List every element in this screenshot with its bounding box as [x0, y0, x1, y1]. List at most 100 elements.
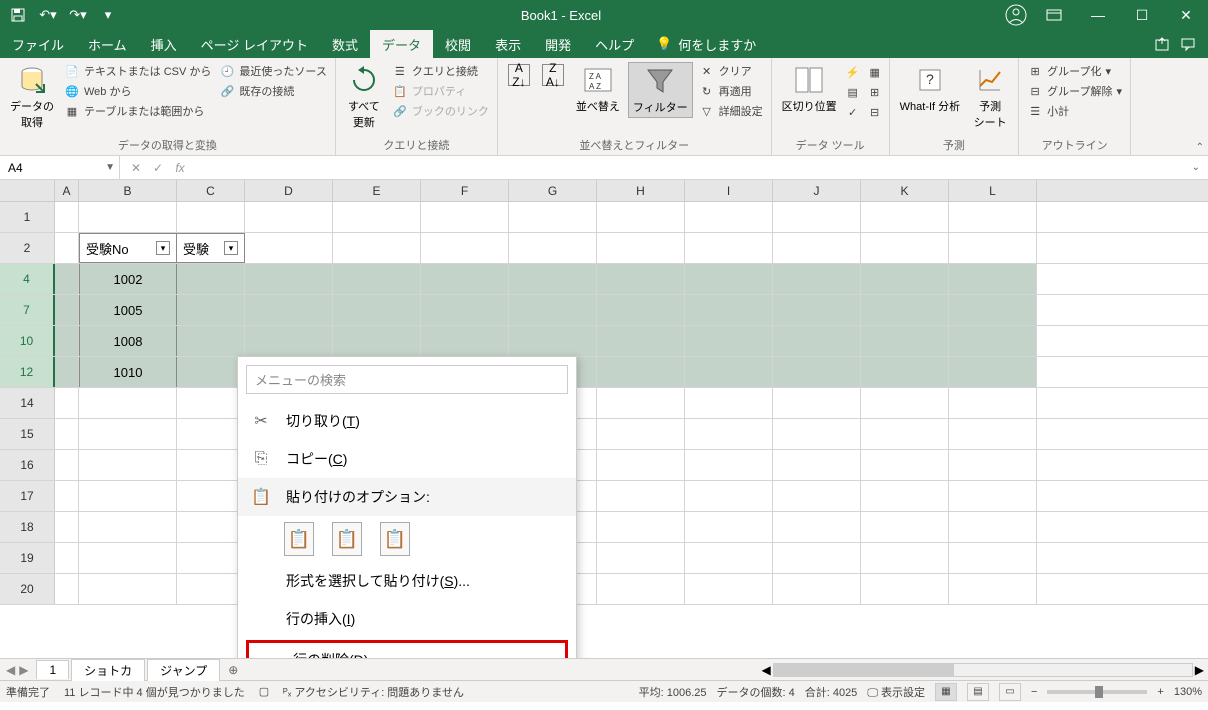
reapply-button[interactable]: ↻再適用 — [697, 82, 765, 100]
cell[interactable] — [597, 388, 685, 418]
col-header-L[interactable]: L — [949, 180, 1037, 201]
existing-connections-button[interactable]: 🔗既存の接続 — [217, 82, 328, 100]
cell[interactable] — [509, 233, 597, 263]
cell[interactable] — [597, 574, 685, 604]
cm-insert-row[interactable]: 行の挿入(I) — [238, 600, 576, 638]
cell[interactable] — [861, 450, 949, 480]
cell[interactable] — [55, 481, 79, 511]
sort-az-button[interactable]: AZ↓ — [504, 62, 534, 88]
cell[interactable] — [509, 202, 597, 232]
sheet-nav-prev[interactable]: ◀ — [6, 663, 15, 677]
name-box[interactable]: A4▼ — [0, 156, 120, 179]
cell[interactable] — [949, 388, 1037, 418]
cell[interactable] — [177, 264, 245, 294]
cell[interactable] — [773, 388, 861, 418]
cell[interactable] — [685, 233, 773, 263]
hscroll-thumb[interactable] — [774, 664, 954, 676]
qat-customize[interactable]: ▾ — [94, 1, 122, 29]
filter-button[interactable]: フィルター — [628, 62, 693, 118]
cell[interactable] — [949, 419, 1037, 449]
col-header-H[interactable]: H — [597, 180, 685, 201]
cell[interactable] — [177, 357, 245, 387]
cell[interactable] — [949, 264, 1037, 294]
cell[interactable] — [333, 295, 421, 325]
tab-formulas[interactable]: 数式 — [320, 30, 370, 58]
filter-dropdown[interactable]: ▾ — [224, 241, 238, 255]
cell[interactable] — [949, 295, 1037, 325]
cell[interactable] — [55, 419, 79, 449]
row-header[interactable]: 1 — [0, 202, 55, 232]
cell[interactable] — [79, 543, 177, 573]
cell[interactable] — [773, 450, 861, 480]
cell[interactable] — [685, 450, 773, 480]
cell[interactable] — [79, 481, 177, 511]
sheet-tab[interactable]: ショトカ — [71, 659, 145, 681]
cell[interactable] — [685, 202, 773, 232]
cell[interactable] — [861, 574, 949, 604]
tab-file[interactable]: ファイル — [0, 30, 76, 58]
zoom-slider[interactable] — [1047, 690, 1147, 694]
cell[interactable] — [861, 543, 949, 573]
cancel-formula-button[interactable]: ✕ — [126, 161, 146, 175]
page-layout-view-button[interactable]: ▤ — [967, 683, 989, 701]
cell[interactable] — [245, 326, 333, 356]
cell[interactable] — [949, 543, 1037, 573]
status-accessibility[interactable]: ᴾₓ アクセシビリティ: 問題ありません — [283, 684, 464, 700]
hscroll-track[interactable] — [773, 663, 1193, 677]
cell[interactable] — [597, 481, 685, 511]
cell[interactable] — [597, 450, 685, 480]
cell[interactable] — [949, 233, 1037, 263]
cell[interactable] — [333, 233, 421, 263]
macro-record-button[interactable]: ▢ — [259, 685, 269, 698]
subtotal-button[interactable]: ☰小計 — [1025, 102, 1124, 120]
enter-formula-button[interactable]: ✓ — [148, 161, 168, 175]
save-button[interactable] — [4, 1, 32, 29]
tab-help[interactable]: ヘルプ — [583, 30, 646, 58]
sheet-tab[interactable]: ジャンプ — [147, 659, 220, 681]
queries-button[interactable]: ☰クエリと接続 — [390, 62, 491, 80]
refresh-all-button[interactable]: すべて 更新 — [342, 62, 386, 132]
tab-review[interactable]: 校閲 — [433, 30, 483, 58]
cell[interactable] — [55, 512, 79, 542]
hscroll-right[interactable]: ▶ — [1195, 663, 1204, 677]
cell[interactable] — [509, 264, 597, 294]
cell[interactable]: 1008 — [79, 326, 177, 356]
display-settings-button[interactable]: 🖵 表示設定 — [867, 684, 925, 700]
sort-button[interactable]: Z AA Z 並べ替え — [572, 62, 624, 116]
cell[interactable] — [597, 357, 685, 387]
paste-option-default[interactable]: 📋 — [284, 522, 314, 556]
cell[interactable] — [949, 450, 1037, 480]
cell[interactable] — [177, 543, 245, 573]
col-header-K[interactable]: K — [861, 180, 949, 201]
col-header-C[interactable]: C — [177, 180, 245, 201]
row-header[interactable]: 12 — [0, 357, 55, 387]
cell[interactable] — [55, 233, 79, 263]
cell[interactable] — [773, 481, 861, 511]
menu-search-input[interactable]: メニューの検索 — [246, 365, 568, 394]
cell[interactable] — [597, 512, 685, 542]
ungroup-button[interactable]: ⊟グループ解除 ▾ — [1025, 82, 1124, 100]
maximize-button[interactable]: ☐ — [1120, 0, 1164, 30]
cell[interactable] — [79, 388, 177, 418]
flash-fill-button[interactable]: ⚡ — [845, 64, 861, 80]
filter-dropdown[interactable]: ▾ — [156, 241, 170, 255]
cell[interactable] — [421, 233, 509, 263]
zoom-in-button[interactable]: + — [1157, 686, 1163, 698]
cell[interactable] — [245, 264, 333, 294]
row-header[interactable]: 18 — [0, 512, 55, 542]
data-validation-button[interactable]: ✓ — [845, 104, 861, 120]
cell[interactable]: 1010 — [79, 357, 177, 387]
close-button[interactable]: ✕ — [1164, 0, 1208, 30]
cell[interactable]: 1005 — [79, 295, 177, 325]
tab-view[interactable]: 表示 — [483, 30, 533, 58]
cell[interactable] — [685, 543, 773, 573]
advanced-filter-button[interactable]: ▽詳細設定 — [697, 102, 765, 120]
cell[interactable] — [55, 388, 79, 418]
share-button[interactable] — [1154, 36, 1170, 52]
clear-filter-button[interactable]: ✕クリア — [697, 62, 765, 80]
recent-sources-button[interactable]: 🕘最近使ったソース — [217, 62, 328, 80]
cell[interactable] — [861, 419, 949, 449]
cell[interactable] — [861, 388, 949, 418]
cell[interactable] — [177, 202, 245, 232]
forecast-sheet-button[interactable]: 予測 シート — [968, 62, 1012, 132]
